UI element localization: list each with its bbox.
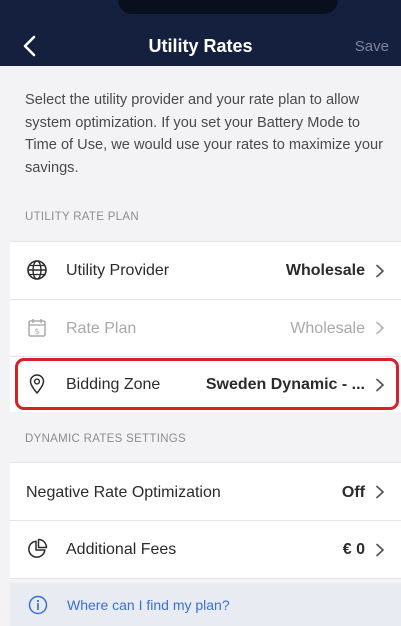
save-button[interactable]: Save xyxy=(355,38,389,55)
rate-plan-value: Wholesale xyxy=(290,320,365,337)
negative-rate-optimization-value: Off xyxy=(341,484,365,501)
chevron-right-icon xyxy=(376,321,384,335)
section-label-utility-rate-plan: UTILITY RATE PLAN xyxy=(25,211,139,223)
nav-header: Utility Rates Save xyxy=(0,0,401,66)
svg-text:$: $ xyxy=(35,327,40,336)
utility-provider-value: Wholesale xyxy=(285,262,365,279)
bidding-zone-row[interactable]: Bidding Zone Sweden Dynamic - ... xyxy=(10,357,401,412)
location-pin-icon xyxy=(26,373,48,395)
chevron-right-icon xyxy=(376,264,384,278)
negative-rate-optimization-label: Negative Rate Optimization xyxy=(26,484,221,501)
negative-rate-optimization-row[interactable]: Negative Rate Optimization Off xyxy=(10,463,401,520)
additional-fees-row[interactable]: Additional Fees € 0 xyxy=(10,521,401,578)
calendar-dollar-icon: $ xyxy=(26,317,48,339)
globe-icon xyxy=(26,259,48,281)
pie-chart-icon xyxy=(26,538,48,560)
page-title: Utility Rates xyxy=(148,36,253,56)
rate-plan-row[interactable]: $ Rate Plan Wholesale xyxy=(10,300,401,356)
additional-fees-value: € 0 xyxy=(342,541,365,558)
bidding-zone-label: Bidding Zone xyxy=(66,376,161,393)
intro-description: Select the utility provider and your rat… xyxy=(25,92,383,176)
utility-provider-row[interactable]: Utility Provider Wholesale xyxy=(10,242,401,299)
bidding-zone-value: Sweden Dynamic - ... xyxy=(205,376,365,393)
additional-fees-label: Additional Fees xyxy=(66,541,177,558)
help-row[interactable]: Where can I find my plan? xyxy=(10,583,401,626)
where-find-plan-link[interactable]: Where can I find my plan? xyxy=(67,597,230,613)
section-label-dynamic-rates-settings: DYNAMIC RATES SETTINGS xyxy=(25,433,187,445)
chevron-right-icon xyxy=(376,485,384,499)
camera-notch xyxy=(118,0,338,14)
rate-plan-label: Rate Plan xyxy=(66,320,137,337)
divider xyxy=(10,578,401,579)
info-circle-icon xyxy=(28,595,48,615)
chevron-right-icon xyxy=(376,378,384,392)
chevron-right-icon xyxy=(376,543,384,557)
utility-provider-label: Utility Provider xyxy=(66,262,170,279)
